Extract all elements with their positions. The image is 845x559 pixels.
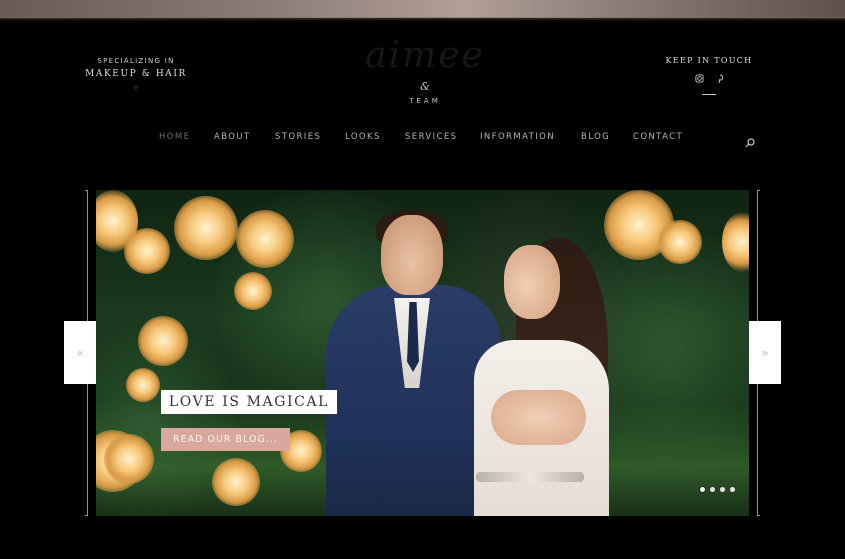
bokeh-light: [126, 368, 160, 402]
nav-contact[interactable]: CONTACT: [633, 132, 683, 142]
bride-face: [504, 245, 560, 319]
keep-in-touch-label: KEEP IN TOUCH: [665, 56, 753, 65]
sparkle-icon: ✧: [132, 83, 140, 92]
frame-tick: [757, 515, 760, 516]
header-tagline: SPECIALIZING IN MAKEUP & HAIR ✧: [82, 57, 190, 92]
site-logo[interactable]: aimee & TEAM: [330, 36, 520, 108]
tagline-bottom: MAKEUP & HAIR: [85, 69, 187, 79]
tagline-top: SPECIALIZING IN: [97, 57, 175, 65]
slide-caption: LOVE IS MAGICAL: [161, 390, 337, 414]
slider-dot[interactable]: [710, 487, 715, 492]
groom-face: [381, 215, 443, 295]
nav-stories[interactable]: STORIES: [275, 132, 321, 142]
instagram-icon[interactable]: [694, 74, 704, 87]
chevron-left-icon: «: [76, 345, 84, 360]
social-underline: [702, 94, 716, 95]
bokeh-light: [174, 196, 238, 260]
nav-looks[interactable]: LOOKS: [345, 132, 381, 142]
frame-tick: [757, 190, 760, 191]
nav-home[interactable]: HOME: [159, 132, 190, 142]
social-block: KEEP IN TOUCH: [662, 56, 756, 95]
pinterest-icon[interactable]: [716, 74, 724, 87]
slider-next-button[interactable]: »: [749, 321, 781, 384]
chevron-right-icon: »: [761, 345, 769, 360]
slider-dot[interactable]: [730, 487, 735, 492]
nav-blog[interactable]: BLOG: [581, 132, 610, 142]
hero-slide-image[interactable]: [96, 190, 749, 516]
bokeh-light: [658, 220, 702, 264]
search-icon[interactable]: [745, 133, 755, 148]
logo-team: TEAM: [409, 97, 441, 105]
slider-dot[interactable]: [700, 487, 705, 492]
bokeh-light: [138, 316, 188, 366]
bokeh-light: [236, 210, 294, 268]
top-decorative-band: [0, 0, 845, 21]
slider-pagination: [700, 487, 735, 492]
nav-information[interactable]: INFORMATION: [480, 132, 555, 142]
logo-script: aimee: [365, 35, 485, 76]
bride-arms: [491, 390, 586, 445]
logo-ampersand: &: [420, 80, 430, 93]
nav-services[interactable]: SERVICES: [405, 132, 457, 142]
slider-prev-button[interactable]: «: [64, 321, 96, 384]
bokeh-light: [212, 458, 260, 506]
slider-dot[interactable]: [720, 487, 725, 492]
bokeh-light: [234, 272, 272, 310]
read-blog-button[interactable]: READ OUR BLOG...: [161, 428, 290, 451]
nav-about[interactable]: ABOUT: [214, 132, 251, 142]
main-nav: HOME ABOUT STORIES LOOKS SERVICES INFORM…: [0, 128, 845, 148]
frame-tick: [85, 190, 88, 191]
bokeh-light: [104, 434, 154, 484]
frame-tick: [85, 515, 88, 516]
bokeh-light: [124, 228, 170, 274]
bride-belt: [476, 472, 584, 482]
